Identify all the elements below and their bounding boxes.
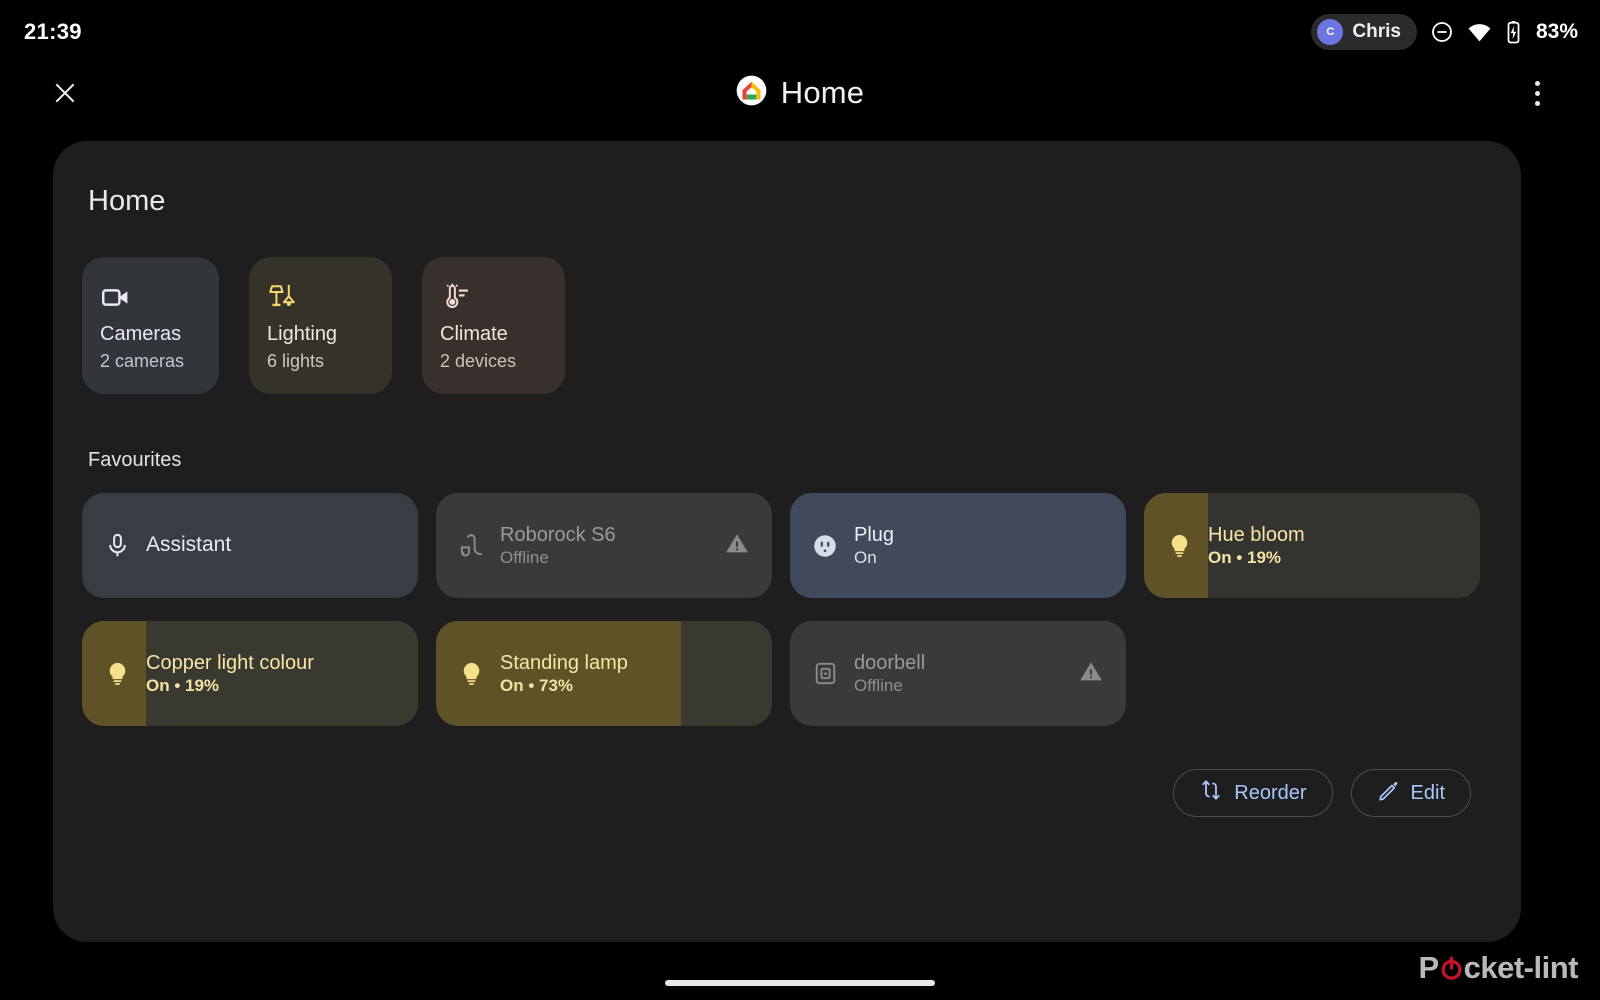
favourite-card-assistant[interactable]: Assistant [82,493,418,598]
pencil-icon [1377,779,1400,808]
status-clock: 21:39 [24,19,82,44]
category-card-lighting[interactable]: Lighting 6 lights [249,257,392,394]
vacuum-icon [456,531,486,561]
watermark-part1: P [1418,950,1439,985]
page-title: Home [780,75,865,110]
category-sub: 2 devices [440,351,517,371]
favourite-name: Hue bloom [1208,523,1305,546]
power-symbol-icon [1439,956,1464,981]
category-sub: 2 cameras [100,351,185,371]
category-card-cameras[interactable]: Cameras 2 cameras [82,257,219,394]
category-sub: 6 lights [267,351,325,371]
user-name: Chris [1352,21,1401,42]
power-outlet-icon [810,531,840,561]
do-not-disturb-icon [1430,20,1454,44]
favourite-state: On • 19% [146,675,220,695]
home-heading: Home [88,185,166,217]
battery-charging-icon [1505,20,1522,45]
lightbulb-icon [456,659,486,689]
battery-percentage: 83% [1535,20,1578,43]
app-bar-title-group: Home [0,62,1600,124]
warning-icon [1078,658,1104,689]
favourite-state: On • 73% [500,675,574,695]
favourite-card-standing-lamp[interactable]: Standing lamp On • 73% [436,621,772,726]
action-button-row: Reorder Edit [53,769,1471,817]
favourite-card-doorbell[interactable]: doorbell Offline [790,621,1126,726]
google-home-logo-icon [736,75,767,111]
edit-button[interactable]: Edit [1350,769,1471,817]
user-chip[interactable]: C Chris [1311,14,1417,50]
pocket-lint-watermark: P cket-lint [1418,950,1578,986]
more-options-button[interactable] [1518,74,1556,112]
reorder-arrows-icon [1199,778,1223,808]
favourite-name: Roborock S6 [500,523,616,546]
favourites-grid: Assistant Roborock S6 Offline Plug On Hu… [82,493,1521,726]
favourite-name: Plug [854,523,895,546]
microphone-icon [102,531,132,561]
warning-icon [724,530,750,561]
system-navigation-handle[interactable] [665,980,935,986]
favourite-card-hue-bloom[interactable]: Hue bloom On • 19% [1144,493,1480,598]
tablet-screen: 21:39 C Chris 83% Home Home Cameras 2 ca… [0,0,1600,1000]
category-name: Cameras [100,323,182,345]
app-bar: Home [0,62,1600,124]
favourite-state: Offline [854,675,903,695]
wifi-icon [1467,20,1492,45]
category-name: Climate [440,323,508,345]
avatar: C [1317,19,1344,45]
edit-button-label: Edit [1410,781,1445,804]
favourite-name: Copper light colour [146,651,314,674]
lightbulb-icon [1164,531,1194,561]
category-card-climate[interactable]: Climate 2 devices [422,257,565,394]
favourite-state: Offline [500,547,549,567]
favourite-card-copper-light-colour[interactable]: Copper light colour On • 19% [82,621,418,726]
status-bar: 21:39 C Chris 83% [0,0,1600,64]
favourite-name: doorbell [854,651,926,674]
lightbulb-icon [102,659,132,689]
favourite-state: On • 19% [1208,547,1282,567]
category-card-row: Cameras 2 cameras Lighting 6 lights Clim… [82,257,1521,394]
lamps-icon [267,279,392,315]
favourite-state: On [854,547,877,567]
thermostat-icon [440,279,565,315]
favourite-card-plug[interactable]: Plug On [790,493,1126,598]
favourite-card-roborock-s6[interactable]: Roborock S6 Offline [436,493,772,598]
doorbell-icon [810,659,840,689]
home-panel: Home Cameras 2 cameras Lighting 6 lights… [53,141,1521,942]
reorder-button-label: Reorder [1234,781,1307,804]
favourites-heading: Favourites [88,449,182,471]
watermark-part2: cket-lint [1463,950,1579,985]
reorder-button[interactable]: Reorder [1173,769,1333,817]
favourite-name: Assistant [146,533,232,557]
favourite-name: Standing lamp [500,651,628,674]
status-right-group: C Chris 83% [1311,14,1578,50]
category-name: Lighting [267,323,338,345]
more-options-icon [1534,80,1540,106]
video-camera-icon [100,279,219,315]
